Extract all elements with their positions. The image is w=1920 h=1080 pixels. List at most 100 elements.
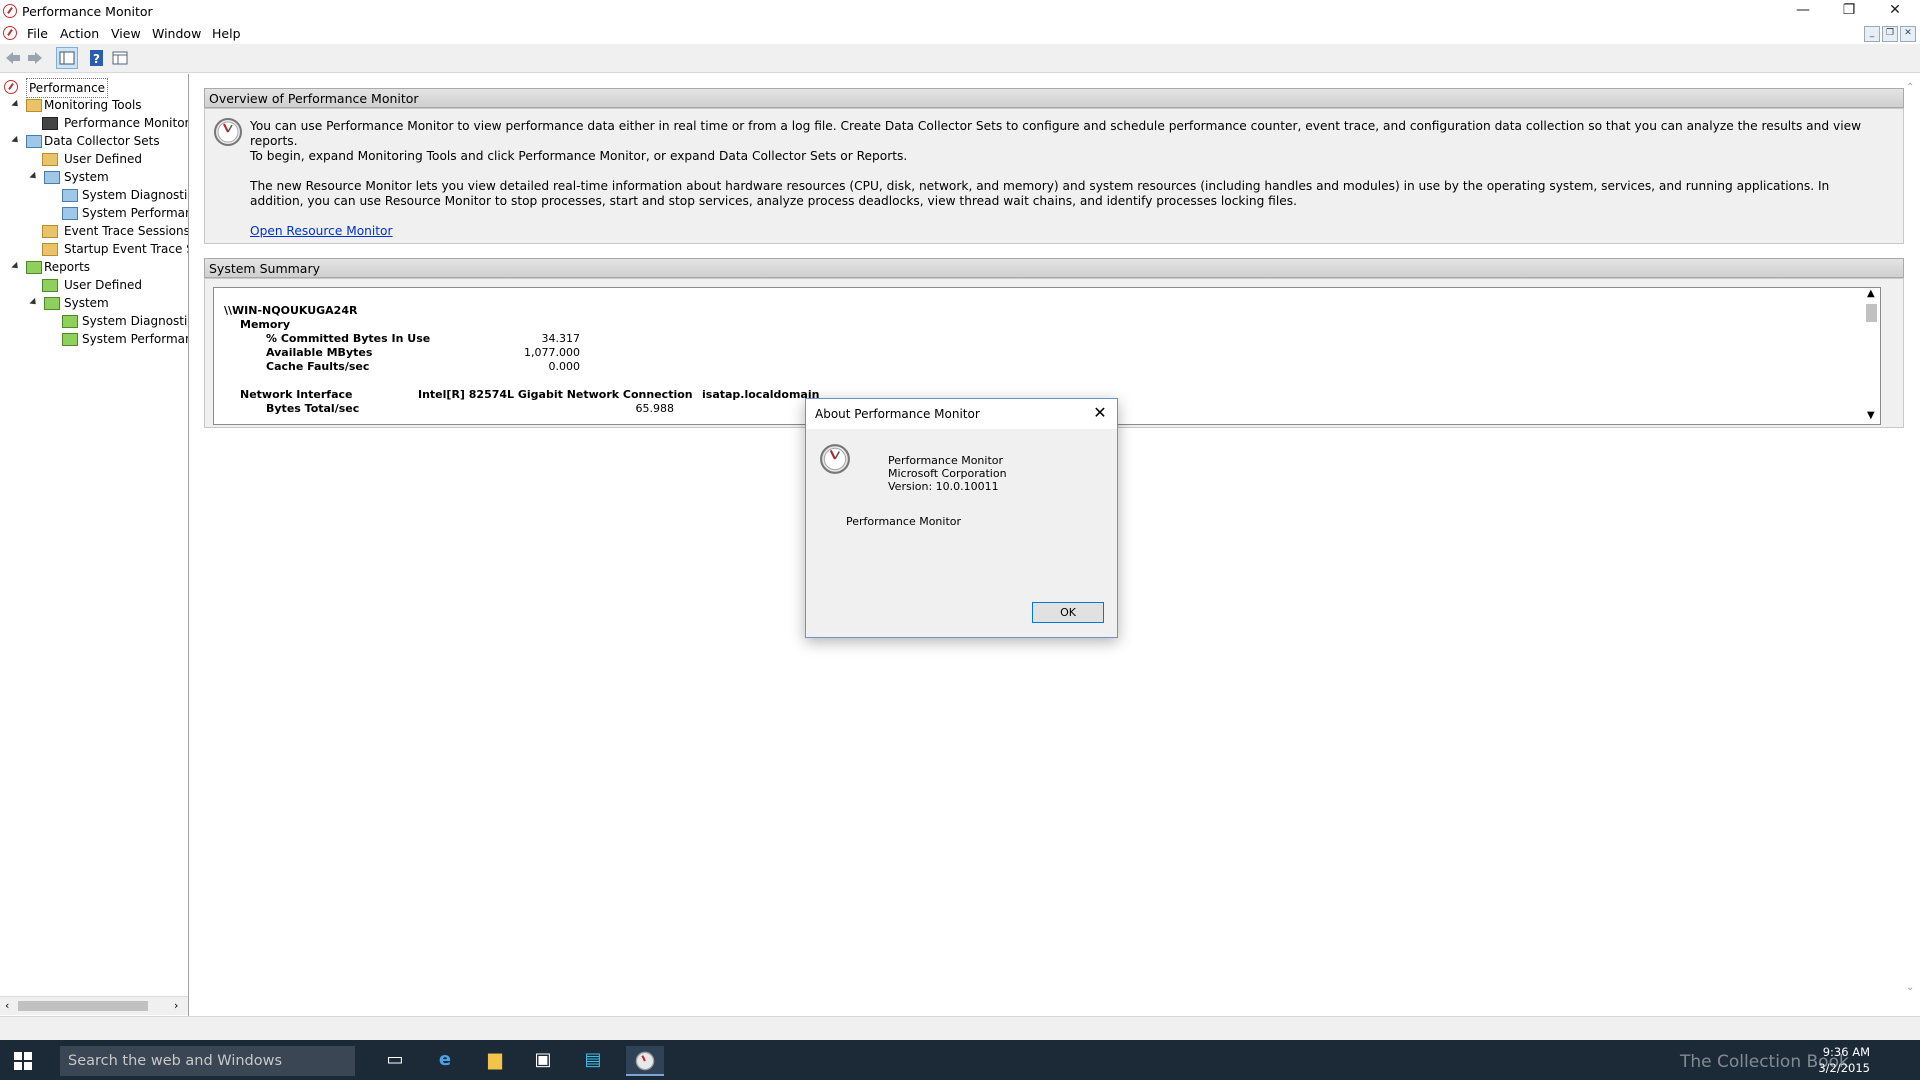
tree-item-startup-event-trace[interactable]: Startup Event Trace Ses	[42, 240, 188, 258]
machine-name: \\WIN-NQOUKUGA24R	[224, 304, 358, 317]
performance-gauge-icon	[820, 444, 850, 474]
window-title: Performance Monitor	[22, 4, 153, 19]
tree-label: Reports	[44, 260, 91, 274]
tree-label: Performance	[26, 78, 109, 98]
tree-item-event-trace-sessions[interactable]: Event Trace Sessions	[42, 222, 188, 240]
dialog-close-button[interactable]: ✕	[1087, 401, 1113, 425]
tree-label: System Performanc	[82, 206, 189, 220]
tree-item-rep-system[interactable]: System	[28, 294, 188, 312]
restore-button[interactable]: ❐	[1826, 0, 1872, 22]
start-windows-icon[interactable]	[14, 1052, 32, 1070]
performance-monitor-taskbar-icon[interactable]	[626, 1046, 664, 1076]
mdi-minimize-icon[interactable]: _	[1864, 26, 1880, 42]
tree-label: User Defined	[64, 152, 142, 166]
performance-gauge-icon	[635, 1051, 655, 1071]
title-bar: Performance Monitor — ❐ ✕	[0, 0, 1920, 22]
scroll-down-arrow-icon[interactable]: ▼	[1867, 410, 1875, 421]
internet-explorer-icon[interactable]: e	[430, 1046, 460, 1074]
tree-label: Monitoring Tools	[44, 98, 142, 112]
tree-item-rep-system-performance[interactable]: System Performanc	[62, 330, 188, 348]
toolbar: ?	[0, 44, 1920, 73]
folder-icon	[44, 171, 60, 184]
tree-label: Data Collector Sets	[44, 134, 160, 148]
tree-label: System Diagnostics	[82, 188, 189, 202]
performance-monitor-app-icon	[3, 4, 17, 18]
show-hide-console-tree-button[interactable]	[56, 47, 78, 69]
console-tree: Performance Monitoring Tools Performance…	[0, 74, 189, 1016]
open-resource-monitor-link[interactable]: Open Resource Monitor	[250, 224, 393, 239]
available-mbytes-value: 1,077.000	[524, 346, 580, 359]
tree-item-dcs-system-diagnostics[interactable]: System Diagnostics	[62, 186, 188, 204]
taskbar-search-input[interactable]: Search the web and Windows	[60, 1046, 355, 1076]
overview-paragraph-2: To begin, expand Monitoring Tools and cl…	[250, 149, 908, 163]
tree-item-rep-system-diagnostics[interactable]: System Diagnostics	[62, 312, 188, 330]
clock-date: 3/2/2015	[1818, 1061, 1870, 1075]
menu-view[interactable]: View	[111, 26, 141, 41]
forward-arrow-icon[interactable]	[26, 49, 44, 67]
tree-item-dcs-system[interactable]: System	[28, 168, 188, 186]
scroll-left-arrow-icon[interactable]: ‹	[5, 999, 9, 1012]
tree-item-dcs-user-defined[interactable]: User Defined	[42, 150, 188, 168]
scroll-up-arrow-icon[interactable]: ⌃	[1906, 82, 1914, 93]
committed-bytes-label: % Committed Bytes In Use	[266, 332, 431, 345]
menu-file[interactable]: File	[27, 26, 48, 41]
mdi-restore-icon[interactable]: ❐	[1882, 26, 1898, 42]
back-arrow-icon[interactable]	[4, 49, 22, 67]
tree-item-reports[interactable]: Reports	[10, 258, 186, 276]
tree-label: Startup Event Trace Ses	[64, 242, 188, 256]
expanded-arrow-icon[interactable]	[11, 135, 21, 146]
cache-faults-label: Cache Faults/sec	[266, 360, 370, 373]
network-adapter-1: Intel[R] 82574L Gigabit Network Connecti…	[418, 388, 693, 401]
cache-faults-value: 0.000	[548, 360, 581, 373]
menu-bar: File Action View Window Help	[0, 22, 1920, 44]
tree-item-performance-monitor[interactable]: Performance Monitor	[42, 114, 188, 132]
main-vertical-scrollbar[interactable]: ⌃ ⌄	[1902, 82, 1919, 1000]
summary-vertical-scrollbar[interactable]: ▲ ▼	[1863, 288, 1880, 424]
overview-header[interactable]: Overview of Performance Monitor	[204, 88, 1904, 108]
properties-icon[interactable]	[111, 49, 129, 67]
collector-set-icon	[62, 189, 78, 202]
close-window-button[interactable]: ✕	[1872, 0, 1918, 22]
tree-label: User Defined	[64, 278, 142, 292]
dialog-description: Performance Monitor	[846, 515, 962, 528]
tree-item-monitoring-tools[interactable]: Monitoring Tools	[10, 96, 180, 114]
expanded-arrow-icon[interactable]	[11, 99, 21, 110]
mdi-close-icon[interactable]: ✕	[1900, 26, 1916, 42]
store-icon[interactable]: ▣	[528, 1046, 558, 1074]
tree-label: Event Trace Sessions	[64, 224, 189, 238]
scroll-up-arrow-icon[interactable]: ▲	[1867, 288, 1875, 299]
system-menu-icon[interactable]	[3, 26, 17, 40]
taskbar-clock[interactable]: 9:36 AM 3/2/2015	[1818, 1044, 1870, 1076]
menu-window[interactable]: Window	[152, 26, 201, 41]
task-view-icon[interactable]: ▭	[380, 1046, 410, 1074]
tree-item-rep-user-defined[interactable]: User Defined	[42, 276, 188, 294]
tree-horizontal-scrollbar[interactable]: ‹ ›	[0, 996, 188, 1015]
performance-icon	[4, 80, 18, 94]
tree-item-data-collector-sets[interactable]: Data Collector Sets	[10, 132, 186, 150]
expanded-arrow-icon[interactable]	[29, 297, 39, 308]
report-icon	[62, 333, 78, 346]
report-icon	[62, 315, 78, 328]
dialog-title-bar: About Performance Monitor ✕	[806, 399, 1117, 429]
memory-label: Memory	[240, 318, 291, 331]
svg-text:?: ?	[93, 52, 100, 66]
menu-help[interactable]: Help	[212, 26, 241, 41]
remote-desktop-icon[interactable]: ▤	[578, 1046, 608, 1074]
scrollbar-thumb[interactable]	[18, 1001, 148, 1011]
minimize-button[interactable]: —	[1780, 0, 1826, 22]
expanded-arrow-icon[interactable]	[11, 261, 21, 272]
system-summary-header[interactable]: System Summary	[204, 258, 1904, 278]
menu-action[interactable]: Action	[60, 26, 99, 41]
performance-gauge-icon	[214, 118, 242, 146]
ok-button[interactable]: OK	[1032, 602, 1104, 623]
scroll-right-arrow-icon[interactable]: ›	[174, 999, 178, 1012]
tree-label: System Performanc	[82, 332, 189, 346]
dialog-version: Version: 10.0.10011	[888, 480, 999, 493]
network-interface-label: Network Interface	[240, 388, 353, 401]
expanded-arrow-icon[interactable]	[29, 171, 39, 182]
scrollbar-thumb[interactable]	[1866, 304, 1877, 322]
tree-item-dcs-system-performance[interactable]: System Performanc	[62, 204, 188, 222]
scroll-down-arrow-icon[interactable]: ⌄	[1906, 982, 1914, 993]
help-icon[interactable]: ?	[88, 49, 106, 67]
file-explorer-icon[interactable]: ▆	[480, 1046, 510, 1074]
